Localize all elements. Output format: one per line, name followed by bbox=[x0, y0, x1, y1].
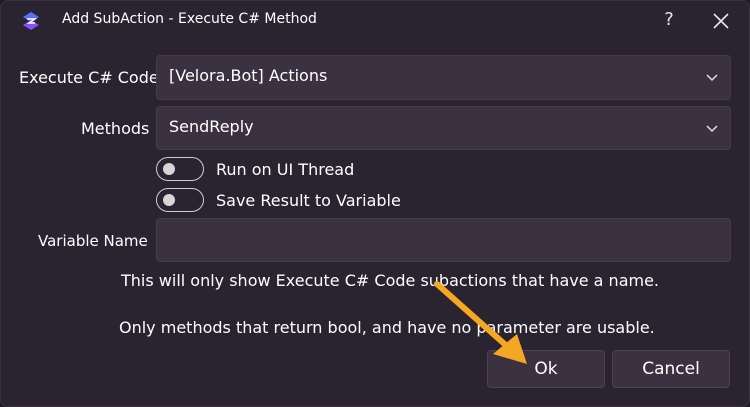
close-icon[interactable] bbox=[709, 9, 733, 33]
methods-label: Methods bbox=[81, 119, 150, 138]
code-select[interactable]: [Velora.Bot] Actions bbox=[156, 55, 731, 100]
ui-thread-label: Run on UI Thread bbox=[216, 160, 355, 179]
info-text-2: Only methods that return bool, and have … bbox=[119, 318, 655, 337]
chevron-down-icon bbox=[706, 74, 718, 82]
save-result-label: Save Result to Variable bbox=[216, 191, 401, 210]
toggle-knob bbox=[163, 194, 175, 206]
methods-select-value: SendReply bbox=[169, 117, 254, 136]
annotation-arrow-icon bbox=[434, 281, 527, 364]
cancel-button[interactable]: Cancel bbox=[612, 350, 730, 388]
help-button[interactable]: ? bbox=[657, 8, 681, 32]
code-label: Execute C# Code bbox=[19, 68, 159, 87]
save-result-toggle[interactable] bbox=[156, 188, 204, 212]
methods-select[interactable]: SendReply bbox=[156, 106, 731, 150]
toggle-knob bbox=[163, 163, 175, 175]
variable-name-label: Variable Name bbox=[38, 232, 148, 250]
code-select-value: [Velora.Bot] Actions bbox=[169, 66, 328, 85]
variable-name-input[interactable] bbox=[156, 218, 731, 262]
app-logo-icon bbox=[23, 12, 39, 30]
title-bar: Add SubAction - Execute C# Method ? bbox=[1, 1, 749, 41]
info-text-1: This will only show Execute C# Code suba… bbox=[121, 271, 660, 290]
ui-thread-toggle[interactable] bbox=[156, 157, 204, 181]
dialog-window: Add SubAction - Execute C# Method ? Exec… bbox=[0, 0, 750, 407]
chevron-down-icon bbox=[706, 125, 718, 133]
window-title: Add SubAction - Execute C# Method bbox=[62, 11, 317, 27]
